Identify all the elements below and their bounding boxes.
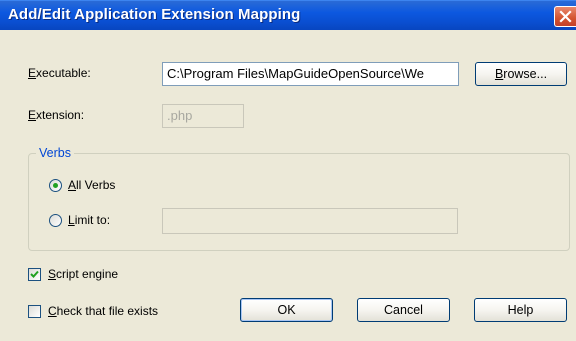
limit-to-input[interactable] bbox=[162, 208, 458, 234]
cancel-button[interactable]: Cancel bbox=[357, 298, 450, 322]
executable-label: Executable: bbox=[28, 66, 91, 80]
check-file-exists-label[interactable]: Check that file exists bbox=[48, 304, 158, 318]
script-engine-label[interactable]: Script engine bbox=[48, 267, 118, 281]
extension-input[interactable]: .php bbox=[162, 104, 244, 128]
check-file-exists-checkbox[interactable] bbox=[28, 305, 41, 318]
limit-to-label[interactable]: Limit to: bbox=[68, 213, 110, 227]
dialog-title: Add/Edit Application Extension Mapping bbox=[8, 6, 301, 23]
executable-input[interactable]: C:\Program Files\MapGuideOpenSource\We bbox=[162, 62, 459, 86]
checkmark-icon bbox=[30, 270, 39, 278]
verbs-group-title: Verbs bbox=[36, 146, 74, 160]
radio-selected-icon bbox=[53, 183, 58, 188]
close-icon bbox=[559, 10, 572, 23]
extension-label: Extension: bbox=[28, 108, 85, 122]
title-bar: Add/Edit Application Extension Mapping bbox=[0, 0, 576, 30]
script-engine-checkbox[interactable] bbox=[28, 268, 41, 281]
help-button[interactable]: Help bbox=[474, 298, 567, 322]
limit-to-radio[interactable] bbox=[49, 214, 62, 227]
browse-button[interactable]: Browse... bbox=[475, 62, 567, 86]
close-button[interactable] bbox=[554, 6, 576, 27]
verbs-groupbox bbox=[28, 153, 570, 251]
ok-button[interactable]: OK bbox=[240, 298, 333, 322]
all-verbs-radio[interactable] bbox=[49, 179, 62, 192]
all-verbs-label[interactable]: All Verbs bbox=[68, 178, 115, 192]
executable-label-text: xecutable: bbox=[36, 66, 91, 80]
